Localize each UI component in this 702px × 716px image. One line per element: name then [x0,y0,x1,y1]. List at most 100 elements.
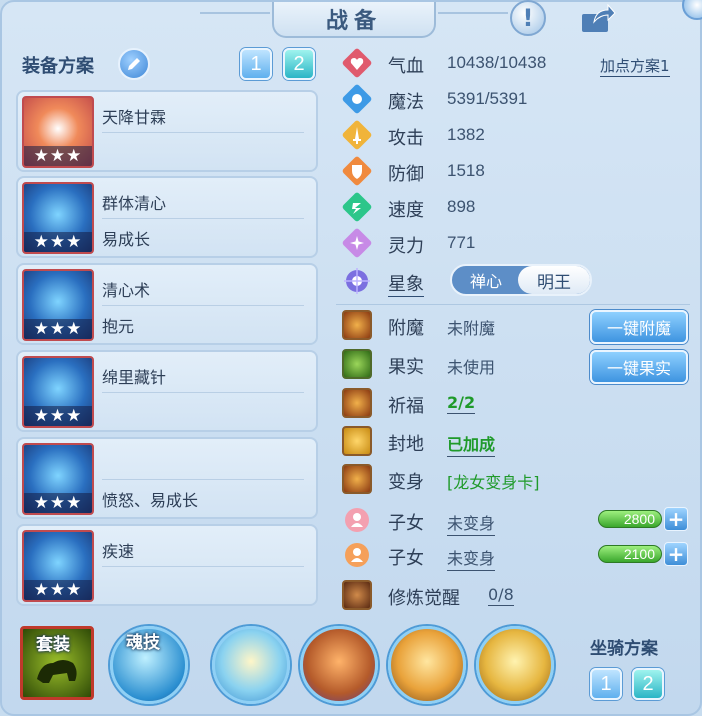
equip-special-skill: 清心术 [102,281,151,300]
extra-name: 子女 [388,548,424,569]
edit-plan-button[interactable] [118,48,150,80]
share-button[interactable] [578,2,618,36]
equip-icon: ★★★ [22,356,94,428]
stat-value: 898 [447,197,476,216]
extra-name: 变身 [388,472,424,493]
extra-row-qifu: 祈福 2/2 [340,386,690,420]
equip-plan-label: 装备方案 [22,56,94,77]
skill-slot-1[interactable] [212,626,290,704]
mount-plan-2-button[interactable]: 2 [632,668,664,700]
xingxiang-toggle[interactable]: 禅心 明王 [450,264,592,296]
star-rating: ★★★ [24,580,92,600]
stat-name: 速度 [388,200,424,221]
star-rating: ★★★ [24,232,92,252]
extra-row-fengdi: 封地 已加成 [340,424,690,458]
stat-row-attack: 攻击 1382 [340,118,690,152]
stat-value: 10438/10438 [447,53,547,72]
equip-special-skill: 群体清心 [102,194,167,213]
add-button[interactable]: + [664,542,688,566]
equip-slot-helmet[interactable]: ★★★ 群体清心 易成长 [16,176,318,258]
equip-icon: ★★★ [22,96,94,168]
xingxiang-option-mingwang[interactable]: 明王 [518,266,590,294]
star-sign-icon [342,266,372,296]
extra-value: 未附魔 [447,319,496,338]
equip-icon: ★★★ [22,269,94,341]
extra-name: 修炼觉醒 [388,588,460,609]
title-decoration [438,12,508,14]
stat-name: 灵力 [388,236,424,257]
skill-slot-3[interactable] [388,626,466,704]
stat-row-spirit: 灵力 771 [340,226,690,260]
add-button[interactable]: + [664,507,688,531]
auto-fruit-button[interactable]: 一键果实 [590,350,688,384]
extra-value[interactable]: 已加成 [447,431,496,457]
set-bonus-label: 套装 [36,635,70,655]
auto-enchant-button[interactable]: 一键附魔 [590,310,688,344]
extra-name: 封地 [388,434,424,455]
divider [102,305,304,306]
page-title: 战备 [272,2,436,38]
equip-icon: ★★★ [22,182,94,254]
xingxiang-label[interactable]: 星象 [388,270,424,297]
extra-value[interactable]: 2/2 [447,393,476,414]
skill-slot-4[interactable] [476,626,554,704]
extra-name: 果实 [388,357,424,378]
mount-plan-label: 坐骑方案 [590,639,658,659]
extra-row-xiulian: 修炼觉醒 0/8 [340,578,690,612]
equip-slot-weapon[interactable]: ★★★ 天降甘霖 [16,90,318,172]
extra-value[interactable]: 未变身 [447,545,496,571]
stat-name: 攻击 [388,128,424,149]
pencil-icon [128,58,140,70]
equip-slot-armor[interactable]: ★★★ 绵里藏针 [16,350,318,432]
fruit-icon [342,349,372,379]
star-rating: ★★★ [24,493,92,513]
stat-value: 771 [447,233,476,252]
extra-name: 祈福 [388,396,424,417]
plus-icon: + [667,542,685,566]
equip-slot-shoes[interactable]: ★★★ 疾速 [16,524,318,606]
stat-row-mp: 魔法 5391/5391 [340,82,690,116]
equip-effect: 愤怒、易成长 [102,491,199,510]
stat-name: 防御 [388,164,424,185]
stat-name: 魔法 [388,92,424,113]
equip-special-skill: 绵里藏针 [102,368,167,387]
extra-value[interactable]: 0/8 [488,585,514,606]
extra-value[interactable]: 未变身 [447,510,496,536]
fief-icon [342,426,372,456]
xingxiang-option-chanxin[interactable]: 禅心 [452,266,520,294]
soul-skill-label: 魂技 [126,633,160,653]
child-exp-bar: 2100 [598,545,662,563]
extra-value: 未使用 [447,358,496,377]
stat-name: 气血 [388,56,424,77]
skill-slot-2[interactable] [300,626,378,704]
equip-effect: 抱元 [102,317,135,336]
plus-icon: + [667,507,685,531]
stat-value: 1518 [447,161,485,180]
enchant-icon [342,310,372,340]
equip-special-skill: 疾速 [102,542,135,561]
child-icon [342,540,372,570]
divider [102,566,304,567]
stat-row-speed: 速度 898 [340,190,690,224]
star-rating: ★★★ [24,406,92,426]
extra-name: 附魔 [388,318,424,339]
stat-row-defense: 防御 1518 [340,154,690,188]
equip-slot-necklace[interactable]: ★★★ 清心术 抱元 [16,263,318,345]
info-button[interactable]: ! [510,0,546,36]
equip-special-skill: 天降甘霖 [102,108,167,127]
child-exp-bar: 2800 [598,510,662,528]
transform-icon [342,464,372,494]
spirit-icon [342,228,372,258]
extra-value[interactable]: [龙女变身卡] [447,469,540,493]
equip-icon: ★★★ [22,530,94,602]
mount-plan-1-button[interactable]: 1 [590,668,622,700]
equip-slot-belt[interactable]: ★★★ 愤怒、易成长 [16,437,318,519]
equip-icon: ★★★ [22,443,94,515]
stat-value: 5391/5391 [447,89,528,108]
equip-plan-2-button[interactable]: 2 [283,48,315,80]
title-decoration [200,12,270,14]
star-rating: ★★★ [24,146,92,166]
equip-plan-1-button[interactable]: 1 [240,48,272,80]
divider [102,218,304,219]
shield-icon [342,156,372,186]
